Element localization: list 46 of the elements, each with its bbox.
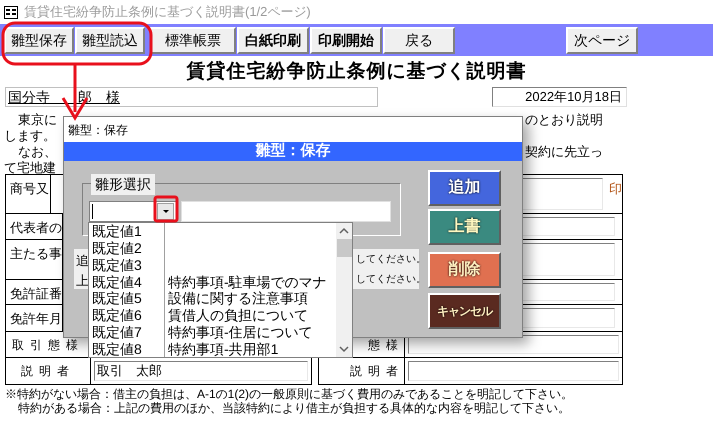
text-cursor <box>92 204 93 219</box>
scroll-thumb[interactable] <box>336 239 352 257</box>
list-item[interactable]: 既定値3 <box>89 256 336 274</box>
toolbar-button[interactable]: 戻る <box>383 26 455 54</box>
paragraph-text: のとおり説明 <box>525 112 603 128</box>
paragraph-text: 契約に先立っ <box>525 144 603 160</box>
document-heading: 賃貸住宅紛争防止条例に基づく説明書 <box>186 58 526 84</box>
paragraph-text: て宅地建 <box>4 160 57 176</box>
paragraph-text: 東京に <box>17 112 58 128</box>
name-field[interactable] <box>181 201 391 222</box>
toolbar-button[interactable]: 雛型読込 <box>75 26 145 54</box>
list-item[interactable]: 既定値2 <box>89 240 336 256</box>
scrollbar[interactable] <box>336 223 352 357</box>
hint-text: 上 <box>76 272 89 290</box>
toolbar-button[interactable]: 雛型保存 <box>4 26 74 54</box>
hint-text: 追 <box>76 252 89 270</box>
toolbar-button[interactable]: 印刷開始 <box>310 26 382 54</box>
seal-label: 印 <box>609 180 622 198</box>
dialog-button[interactable]: 追加 <box>428 170 501 206</box>
dialog-title: 雛型：保存 <box>68 122 128 138</box>
row-label: 商号又 <box>6 175 51 213</box>
dropdown-button[interactable] <box>157 203 174 220</box>
toolbar-button[interactable]: 標準帳票 <box>150 26 236 54</box>
hint-text: してください。 <box>356 273 426 287</box>
toolbar-button[interactable]: 次ページ <box>566 26 638 54</box>
list-item[interactable]: 既定値4 特約事項-駐車場でのマナ <box>89 273 336 290</box>
footnote-text: ※特約がない場合：借主の負担は、A-1の1(2)の一般原則に基づく費用のみであることを明記して下さい。 <box>5 387 574 401</box>
group-label: 雛形選択 <box>91 174 155 195</box>
hint-text: してください。 <box>356 253 426 267</box>
highlight-outline <box>154 196 178 222</box>
text-field[interactable] <box>408 361 619 381</box>
list-item[interactable]: 既定値5 設備に関する注意事項 <box>89 290 336 307</box>
list-item[interactable]: 既定値6 賃借人の負担について <box>89 306 336 324</box>
list-item[interactable]: 既定値1 <box>89 223 336 240</box>
date-field[interactable]: 2022年10月18日 <box>492 87 627 107</box>
footnote-text: 特約がある場合：上記の費用のほか、当該特約により借主が負担する具体的な内容を明記して下さい。 <box>17 401 571 415</box>
text-field[interactable]: 取引 太郎 <box>94 361 308 381</box>
paragraph-text: なお、 <box>17 144 58 160</box>
app-icon <box>4 6 18 18</box>
dialog-button[interactable]: 上書 <box>428 209 501 245</box>
caret-icon <box>162 210 168 213</box>
paragraph-text: します。 <box>4 128 57 144</box>
dialog-button[interactable]: キャンセル <box>428 293 501 329</box>
header-text: 雛型：保存 <box>256 141 330 162</box>
window-title: 賃貸住宅紛争防止条例に基づく説明書(1/2ページ) <box>24 3 311 22</box>
toolbar-button[interactable]: 白紙印刷 <box>237 26 309 54</box>
